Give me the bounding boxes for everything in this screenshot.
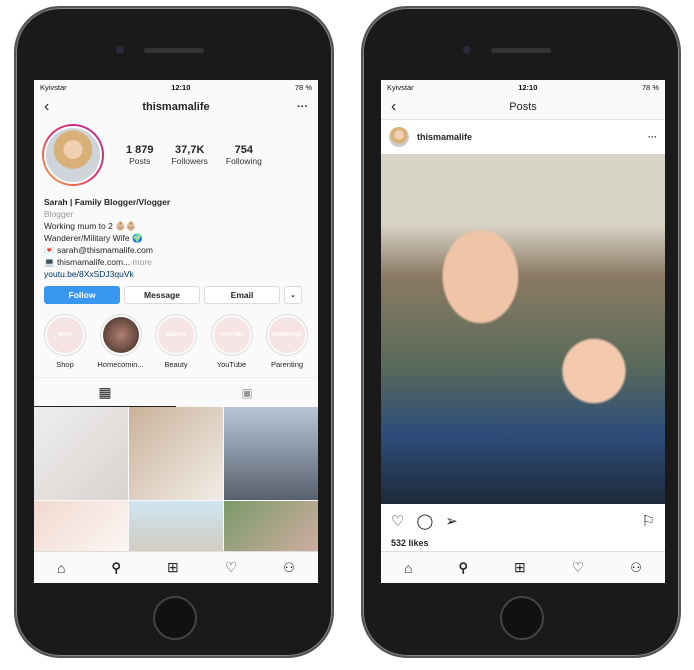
bio-category: Blogger	[44, 209, 74, 219]
post-username[interactable]: thismamalife	[417, 132, 640, 142]
page-title: Posts	[509, 100, 537, 113]
highlight-parenting[interactable]: PARENTING Parenting	[262, 314, 312, 369]
bio-site: 💻 thismamalife.com...	[44, 257, 131, 267]
highlight-homecoming[interactable]: Homecomin...	[96, 314, 146, 369]
profile-icon[interactable]: ⚇	[630, 560, 642, 576]
highlights: SHOP Shop Homecomin... BEAUTY Beauty YOUTU…	[34, 314, 318, 369]
home-icon[interactable]: ⌂	[57, 560, 65, 576]
share-icon[interactable]: ➢	[445, 512, 458, 530]
clock: 12:10	[171, 82, 191, 92]
heart-icon[interactable]: ♡	[391, 512, 404, 530]
grid-icon: ▦	[98, 383, 112, 400]
tab-grid[interactable]: ▦	[34, 378, 176, 407]
bio: Sarah | Family Blogger/Vlogger Blogger W…	[34, 196, 318, 280]
phone-post: Kyivstar 12:10 78 % ‹ Posts thismamalife…	[361, 6, 681, 658]
more-icon[interactable]: ···	[648, 132, 657, 142]
home-button[interactable]	[153, 596, 197, 640]
comment-icon[interactable]: ◯	[416, 512, 433, 530]
stat-posts[interactable]: 1 879 Posts	[126, 144, 154, 166]
status-bar: Kyivstar 12:10 78 %	[34, 80, 318, 94]
add-icon[interactable]: ⊞	[514, 559, 526, 576]
posts-header: ‹ Posts	[381, 94, 665, 120]
post-actions: ♡ ◯ ➢ ⚐	[381, 504, 665, 538]
status-bar: Kyivstar 12:10 78 %	[381, 80, 665, 94]
bookmark-icon[interactable]: ⚐	[642, 512, 655, 530]
post-screen: Kyivstar 12:10 78 % ‹ Posts thismamalife…	[381, 80, 665, 583]
more-icon[interactable]: ···	[297, 101, 308, 113]
grid-post[interactable]	[34, 407, 128, 500]
speaker	[491, 48, 551, 53]
profile-stats: 1 879 Posts 37,7K Followers 754 Following	[126, 144, 262, 166]
grid-post[interactable]	[129, 407, 223, 500]
profile-screen: Kyivstar 12:10 78 % ‹ thismamalife ··· 1…	[34, 80, 318, 583]
tab-tagged[interactable]: ▣	[176, 378, 318, 407]
tagged-icon: ▣	[241, 385, 253, 400]
profile-header: ‹ thismamalife ···	[34, 94, 318, 120]
profile-icon[interactable]: ⚇	[283, 560, 295, 576]
post-header: thismamalife ···	[381, 120, 665, 154]
grid-post[interactable]	[224, 407, 318, 500]
highlight-shop[interactable]: SHOP Shop	[40, 314, 90, 369]
camera	[463, 46, 471, 54]
carrier: Kyivstar	[387, 82, 414, 92]
camera	[116, 46, 124, 54]
back-icon[interactable]: ‹	[44, 98, 49, 116]
follow-button[interactable]: Follow	[44, 286, 120, 304]
more-link[interactable]: more	[133, 257, 152, 267]
carrier: Kyivstar	[40, 82, 67, 92]
tab-bar: ⌂ ⚲ ⊞ ♡ ⚇	[381, 551, 665, 583]
username-title: thismamalife	[142, 101, 210, 113]
stat-followers[interactable]: 37,7K Followers	[172, 144, 208, 166]
home-icon[interactable]: ⌂	[404, 560, 412, 576]
phone-profile: Kyivstar 12:10 78 % ‹ thismamalife ··· 1…	[14, 6, 334, 658]
email-button[interactable]: Email	[204, 286, 280, 304]
battery: 78 %	[294, 82, 312, 92]
chevron-down-icon[interactable]: ⌄	[284, 286, 302, 304]
bio-link[interactable]: youtu.be/8XxSDJ3quVk	[44, 268, 308, 280]
search-icon[interactable]: ⚲	[458, 560, 468, 576]
add-icon[interactable]: ⊞	[167, 559, 179, 576]
search-icon[interactable]: ⚲	[111, 560, 121, 576]
message-button[interactable]: Message	[124, 286, 200, 304]
stat-following[interactable]: 754 Following	[226, 144, 262, 166]
bio-email: 💌 sarah@thismamalife.com	[44, 245, 153, 255]
bio-name: Sarah | Family Blogger/Vlogger	[44, 197, 171, 207]
post-avatar[interactable]	[389, 127, 409, 147]
speaker	[144, 48, 204, 53]
battery: 78 %	[641, 82, 659, 92]
back-icon[interactable]: ‹	[391, 98, 396, 116]
tab-bar: ⌂ ⚲ ⊞ ♡ ⚇	[34, 551, 318, 583]
clock: 12:10	[518, 82, 538, 92]
highlight-beauty[interactable]: BEAUTY Beauty	[151, 314, 201, 369]
avatar[interactable]	[42, 124, 104, 186]
heart-icon[interactable]: ♡	[225, 559, 238, 576]
bio-line: Wanderer/Military Wife 🌍	[44, 233, 143, 243]
post-photo[interactable]	[381, 154, 665, 504]
heart-icon[interactable]: ♡	[572, 559, 585, 576]
likes-count[interactable]: 532 likes	[381, 538, 665, 548]
bio-line: Working mum to 2 👶🏼👶🏼	[44, 221, 137, 231]
home-button[interactable]	[500, 596, 544, 640]
highlight-youtube[interactable]: YOUTUBE YouTube	[207, 314, 257, 369]
